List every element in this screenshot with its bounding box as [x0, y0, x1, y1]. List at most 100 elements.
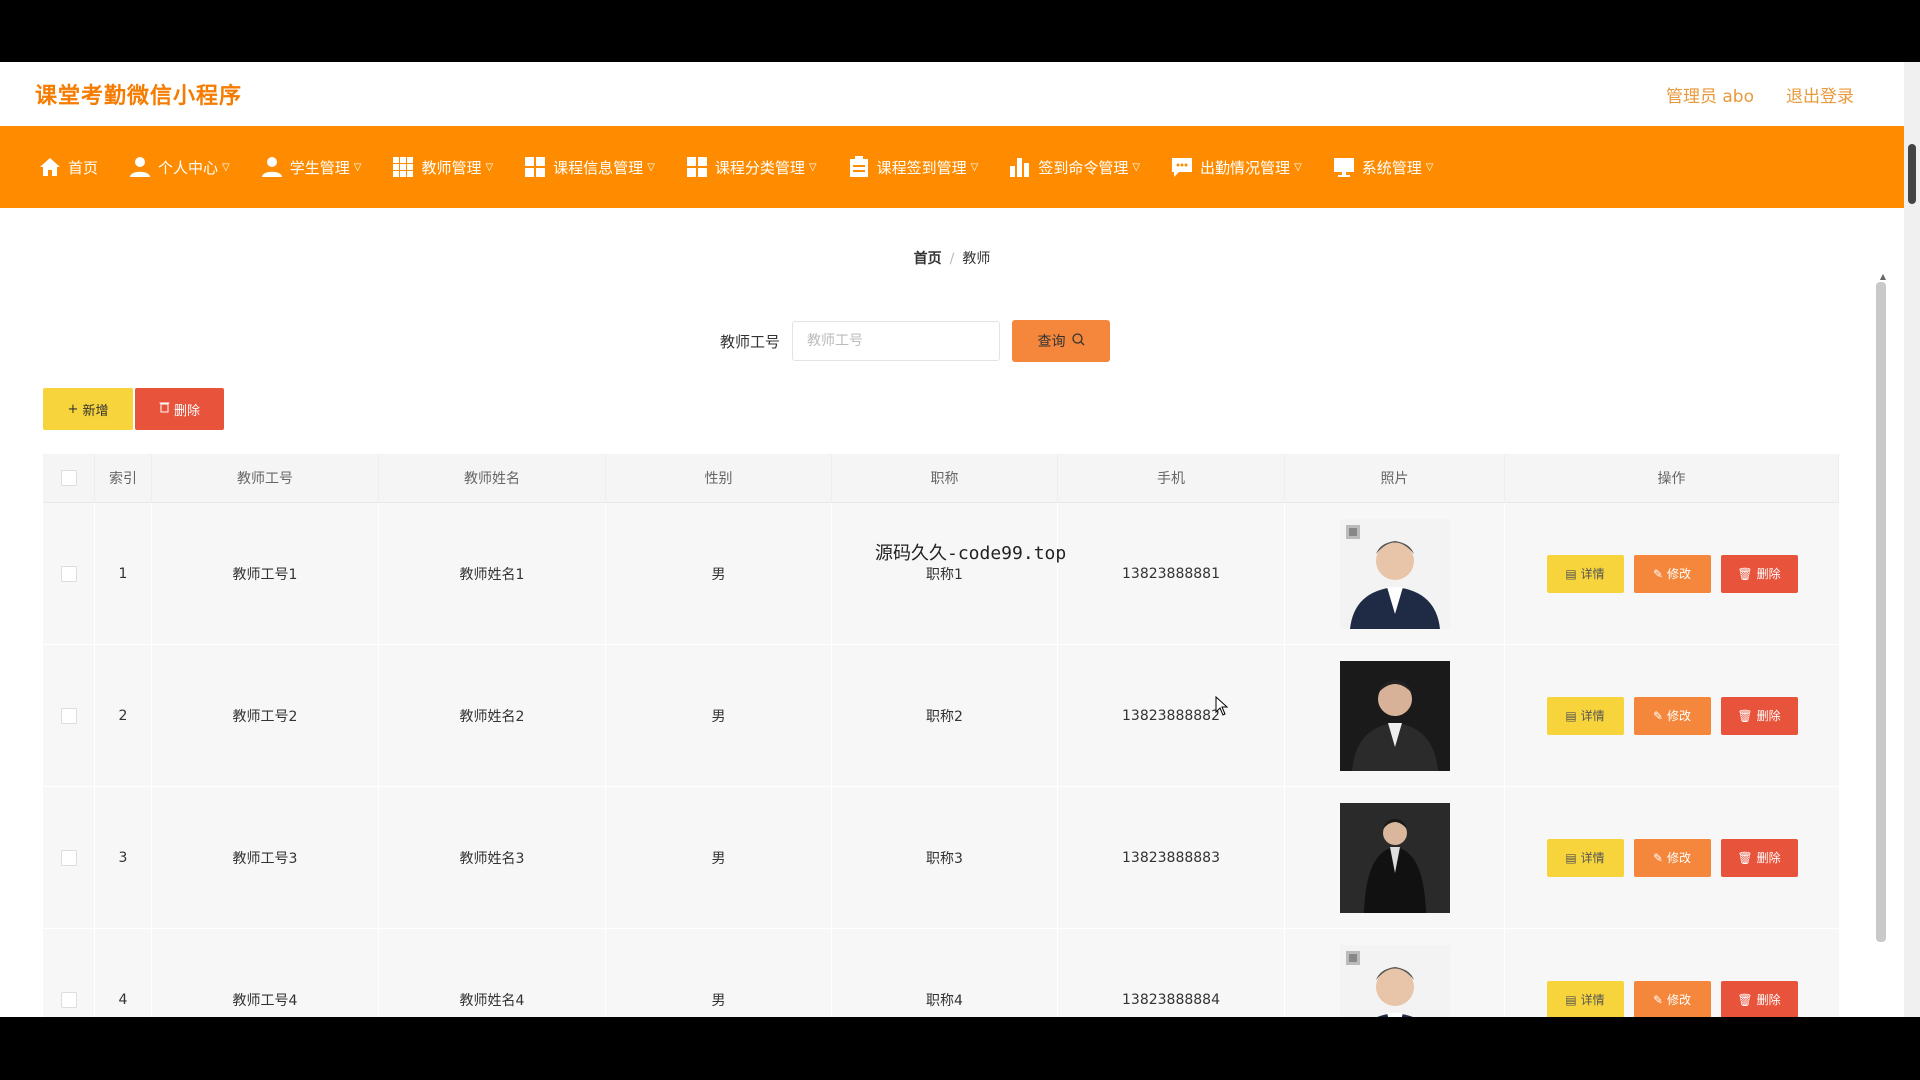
home-icon: [38, 155, 62, 179]
nav-home[interactable]: 首页: [38, 155, 98, 179]
cell-teacher-no: 教师工号3: [152, 787, 379, 928]
scroll-up-arrow-icon[interactable]: ▲: [1880, 272, 1886, 281]
nav-label: 学生管理: [289, 158, 350, 177]
logout-link[interactable]: 退出登录: [1786, 82, 1854, 107]
mouse-cursor-icon: [1215, 695, 1229, 720]
detail-button[interactable]: ▤ 详情: [1546, 554, 1624, 593]
chevron-down-icon: ▽: [1132, 161, 1141, 173]
teacher-photo[interactable]: [1339, 944, 1450, 1017]
nav-course-category-management[interactable]: 课程分类管理 ▽: [685, 155, 817, 179]
nav-student-management[interactable]: 学生管理 ▽: [260, 155, 361, 179]
nav-label: 出勤情况管理: [1200, 158, 1291, 177]
search-button[interactable]: 查询: [1012, 320, 1111, 362]
header-title: 职称: [832, 454, 1058, 502]
nav-label: 签到命令管理: [1038, 158, 1129, 177]
current-user: 管理员 abo: [1665, 87, 1754, 107]
cell-title: 职称2: [832, 645, 1058, 786]
cell-teacher-name: 教师姓名2: [379, 645, 606, 786]
nav-checkin-command-management[interactable]: 签到命令管理 ▽: [1008, 155, 1140, 179]
cell-index: 2: [95, 645, 152, 786]
cell-operations: ▤ 详情 ✎ 修改 🗑 删除: [1505, 645, 1839, 786]
browser-scrollbar-thumb[interactable]: [1908, 144, 1916, 204]
action-row: + 新增 删除: [43, 388, 224, 430]
delete-button[interactable]: 🗑 删除: [1720, 696, 1798, 735]
cell-title: 职称3: [832, 787, 1058, 928]
breadcrumb-current: 教师: [962, 251, 991, 267]
header-phone: 手机: [1058, 454, 1285, 502]
edit-button[interactable]: ✎ 修改: [1633, 696, 1711, 735]
trash-icon: [159, 401, 170, 417]
row-checkbox[interactable]: [60, 991, 77, 1008]
table-row: 4 教师工号4 教师姓名4 男 职称4 13823888884 ▤ 详情 ✎ 修改 …: [43, 929, 1839, 1017]
select-all-checkbox[interactable]: [60, 470, 77, 486]
header-photo: 照片: [1285, 454, 1505, 502]
cell-index: 1: [95, 503, 152, 644]
header-teacher-name: 教师姓名: [379, 454, 606, 502]
row-checkbox[interactable]: [60, 849, 77, 866]
nav-label: 课程信息管理: [553, 158, 644, 177]
cell-phone: 13823888881: [1058, 503, 1285, 644]
pencil-icon: ✎: [1652, 992, 1664, 1007]
document-icon: ▤: [1565, 566, 1577, 581]
teacher-photo[interactable]: [1339, 660, 1450, 771]
search-label: 教师工号: [720, 332, 781, 351]
detail-button[interactable]: ▤ 详情: [1546, 838, 1624, 877]
browser-scrollbar[interactable]: [1904, 62, 1920, 1017]
nav-course-checkin-management[interactable]: 课程签到管理 ▽: [847, 155, 978, 179]
header-checkbox-cell: [43, 454, 95, 502]
nav-attendance-management[interactable]: 出勤情况管理 ▽: [1170, 155, 1302, 179]
grid-icon: [523, 155, 547, 179]
nav-system-management[interactable]: 系统管理 ▽: [1332, 155, 1433, 179]
detail-button[interactable]: ▤ 详情: [1546, 696, 1624, 735]
inner-scrollbar[interactable]: [1876, 282, 1886, 942]
cell-index: 3: [95, 787, 152, 928]
detail-label: 详情: [1580, 993, 1605, 1007]
delete-button[interactable]: 🗑 删除: [1720, 980, 1798, 1017]
edit-label: 修改: [1667, 993, 1692, 1007]
detail-label: 详情: [1580, 709, 1605, 723]
edit-label: 修改: [1667, 567, 1692, 581]
delete-button[interactable]: 🗑 删除: [1720, 838, 1798, 877]
bulk-delete-button[interactable]: 删除: [135, 388, 224, 430]
delete-button[interactable]: 🗑 删除: [1720, 554, 1798, 593]
breadcrumb-home[interactable]: 首页: [914, 251, 942, 267]
delete-label: 删除: [1756, 993, 1781, 1007]
cell-teacher-name: 教师姓名1: [379, 503, 606, 644]
header-sex: 性别: [606, 454, 832, 502]
teacher-photo[interactable]: [1339, 802, 1450, 913]
bar-chart-icon: [1008, 155, 1032, 179]
delete-label: 删除: [1756, 567, 1781, 581]
document-icon: ▤: [1565, 992, 1577, 1007]
app-title: 课堂考勤微信小程序: [35, 84, 243, 109]
row-checkbox-cell: [43, 929, 95, 1017]
edit-button[interactable]: ✎ 修改: [1633, 838, 1711, 877]
cell-teacher-no: 教师工号2: [152, 645, 379, 786]
table-row: 3 教师工号3 教师姓名3 男 职称3 13823888883 ▤ 详情 ✎ 修改 …: [43, 787, 1839, 929]
grid-icon: [391, 155, 415, 179]
nav-label: 首页: [68, 158, 99, 177]
header-index: 索引: [95, 454, 152, 502]
clipboard-icon: [847, 155, 871, 179]
row-checkbox[interactable]: [60, 707, 77, 724]
nav-teacher-management[interactable]: 教师管理 ▽: [391, 155, 493, 179]
edit-button[interactable]: ✎ 修改: [1633, 980, 1711, 1017]
breadcrumb-separator: /: [949, 251, 955, 267]
cell-teacher-name: 教师姓名3: [379, 787, 606, 928]
teacher-photo[interactable]: [1339, 518, 1450, 629]
user-icon: [128, 155, 152, 179]
top-bar: 课堂考勤微信小程序 管理员 abo 退出登录: [0, 62, 1904, 127]
cell-teacher-name: 教师姓名4: [379, 929, 606, 1017]
row-checkbox[interactable]: [60, 565, 77, 582]
cell-sex: 男: [606, 929, 832, 1017]
search-bar: 教师工号 查询: [720, 320, 1111, 362]
nav-personal-center[interactable]: 个人中心 ▽: [128, 155, 230, 179]
edit-button[interactable]: ✎ 修改: [1633, 554, 1711, 593]
nav-label: 课程签到管理: [876, 158, 967, 177]
detail-button[interactable]: ▤ 详情: [1546, 980, 1624, 1017]
nav-course-info-management[interactable]: 课程信息管理 ▽: [523, 155, 655, 179]
cell-teacher-no: 教师工号1: [152, 503, 379, 644]
add-button[interactable]: + 新增: [43, 388, 133, 430]
search-button-label: 查询: [1037, 334, 1066, 350]
pencil-icon: ✎: [1652, 566, 1664, 581]
search-input[interactable]: [792, 321, 1001, 361]
